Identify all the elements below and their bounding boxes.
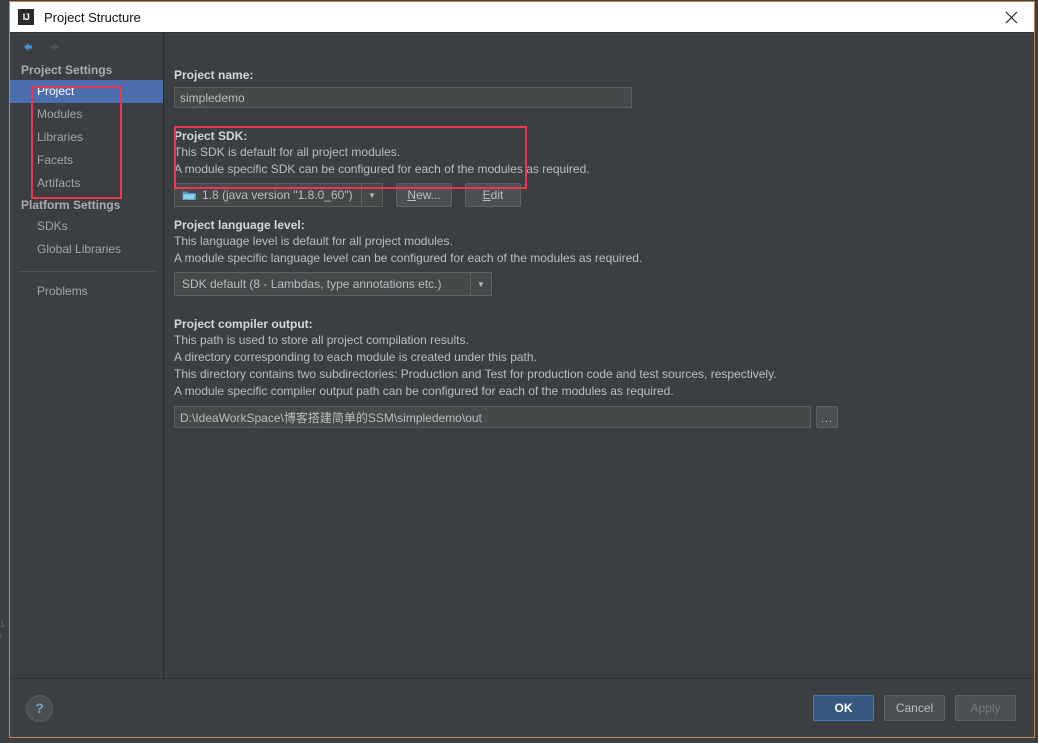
project-structure-dialog: IJ Project Structure Project Settings Pr…	[9, 1, 1035, 738]
sidebar-item-modules[interactable]: Modules	[10, 103, 163, 126]
language-level-selected-value: SDK default (8 - Lambdas, type annotatio…	[182, 277, 442, 291]
project-name-input[interactable]: simpledemo	[174, 87, 632, 108]
chevron-down-icon[interactable]: ▼	[470, 273, 491, 295]
sidebar-item-project[interactable]: Project	[10, 80, 163, 103]
compiler-output-description-1: This path is used to store all project c…	[174, 333, 469, 347]
sidebar-divider	[18, 271, 155, 272]
sidebar-group-title-project-settings: Project Settings	[21, 63, 113, 77]
compiler-output-description-3: This directory contains two subdirectori…	[174, 367, 777, 381]
sidebar-item-libraries[interactable]: Libraries	[10, 126, 163, 149]
compiler-output-row: D:\IdeaWorkSpace\博客搭建简单的SSM\simpledemo\o…	[174, 406, 1034, 428]
compiler-output-description-2: A directory corresponding to each module…	[174, 350, 537, 364]
edit-sdk-button[interactable]: Edit	[465, 183, 521, 207]
dialog-footer: ? OK Cancel Apply	[10, 678, 1034, 737]
project-settings-panel: Project name: simpledemo Project SDK: Th…	[164, 33, 1034, 678]
background-text-fragment: i	[0, 632, 2, 641]
project-compiler-output-label: Project compiler output:	[174, 317, 313, 331]
project-sdk-row: 1.8 (java version "1.8.0_60") ▼ New... E…	[174, 183, 1034, 207]
back-arrow-icon[interactable]	[21, 40, 35, 54]
cancel-button[interactable]: Cancel	[884, 695, 945, 721]
project-sdk-label: Project SDK:	[174, 129, 248, 143]
new-sdk-button[interactable]: New...	[396, 183, 452, 207]
settings-sidebar: Project Settings Project Modules Librari…	[10, 33, 164, 678]
sdk-folder-icon	[182, 191, 196, 200]
language-level-description-2: A module specific language level can be …	[174, 251, 643, 265]
background-text-fragment: 1	[0, 620, 4, 629]
sidebar-item-facets[interactable]: Facets	[10, 149, 163, 172]
project-sdk-selected-value: 1.8 (java version "1.8.0_60")	[175, 184, 361, 206]
project-sdk-select[interactable]: 1.8 (java version "1.8.0_60") ▼	[174, 183, 383, 207]
dialog-title: Project Structure	[44, 9, 141, 25]
project-language-level-select[interactable]: SDK default (8 - Lambdas, type annotatio…	[174, 272, 492, 296]
project-sdk-value-text: 1.8 (java version "1.8.0_60")	[202, 188, 353, 202]
sidebar-nav-arrows	[10, 33, 163, 60]
close-icon[interactable]	[988, 2, 1034, 32]
project-sdk-description-2: A module specific SDK can be configured …	[174, 162, 590, 176]
compiler-output-path-input[interactable]: D:\IdeaWorkSpace\博客搭建简单的SSM\simpledemo\o…	[174, 406, 811, 428]
sidebar-group-title-platform-settings: Platform Settings	[21, 198, 121, 212]
apply-button: Apply	[955, 695, 1016, 721]
project-sdk-description-1: This SDK is default for all project modu…	[174, 145, 401, 159]
intellij-idea-logo-icon: IJ	[18, 9, 34, 25]
sidebar-item-sdks[interactable]: SDKs	[10, 215, 163, 238]
sidebar-item-artifacts[interactable]: Artifacts	[10, 172, 163, 195]
help-question-icon[interactable]: ?	[26, 694, 53, 722]
sidebar-item-global-libraries[interactable]: Global Libraries	[10, 238, 163, 261]
project-name-label: Project name:	[174, 68, 254, 82]
forward-arrow-icon	[51, 42, 59, 51]
ok-button[interactable]: OK	[813, 695, 874, 721]
compiler-output-description-4: A module specific compiler output path c…	[174, 384, 674, 398]
footer-button-group: OK Cancel Apply	[813, 695, 1016, 721]
dialog-body: Project Settings Project Modules Librari…	[10, 32, 1034, 678]
language-level-description-1: This language level is default for all p…	[174, 234, 453, 248]
dialog-titlebar: IJ Project Structure	[10, 2, 1034, 32]
project-language-level-label: Project language level:	[174, 218, 305, 232]
sidebar-item-problems[interactable]: Problems	[10, 280, 163, 303]
chevron-down-icon[interactable]: ▼	[361, 184, 382, 206]
browse-ellipsis-icon[interactable]: ...	[816, 406, 838, 428]
